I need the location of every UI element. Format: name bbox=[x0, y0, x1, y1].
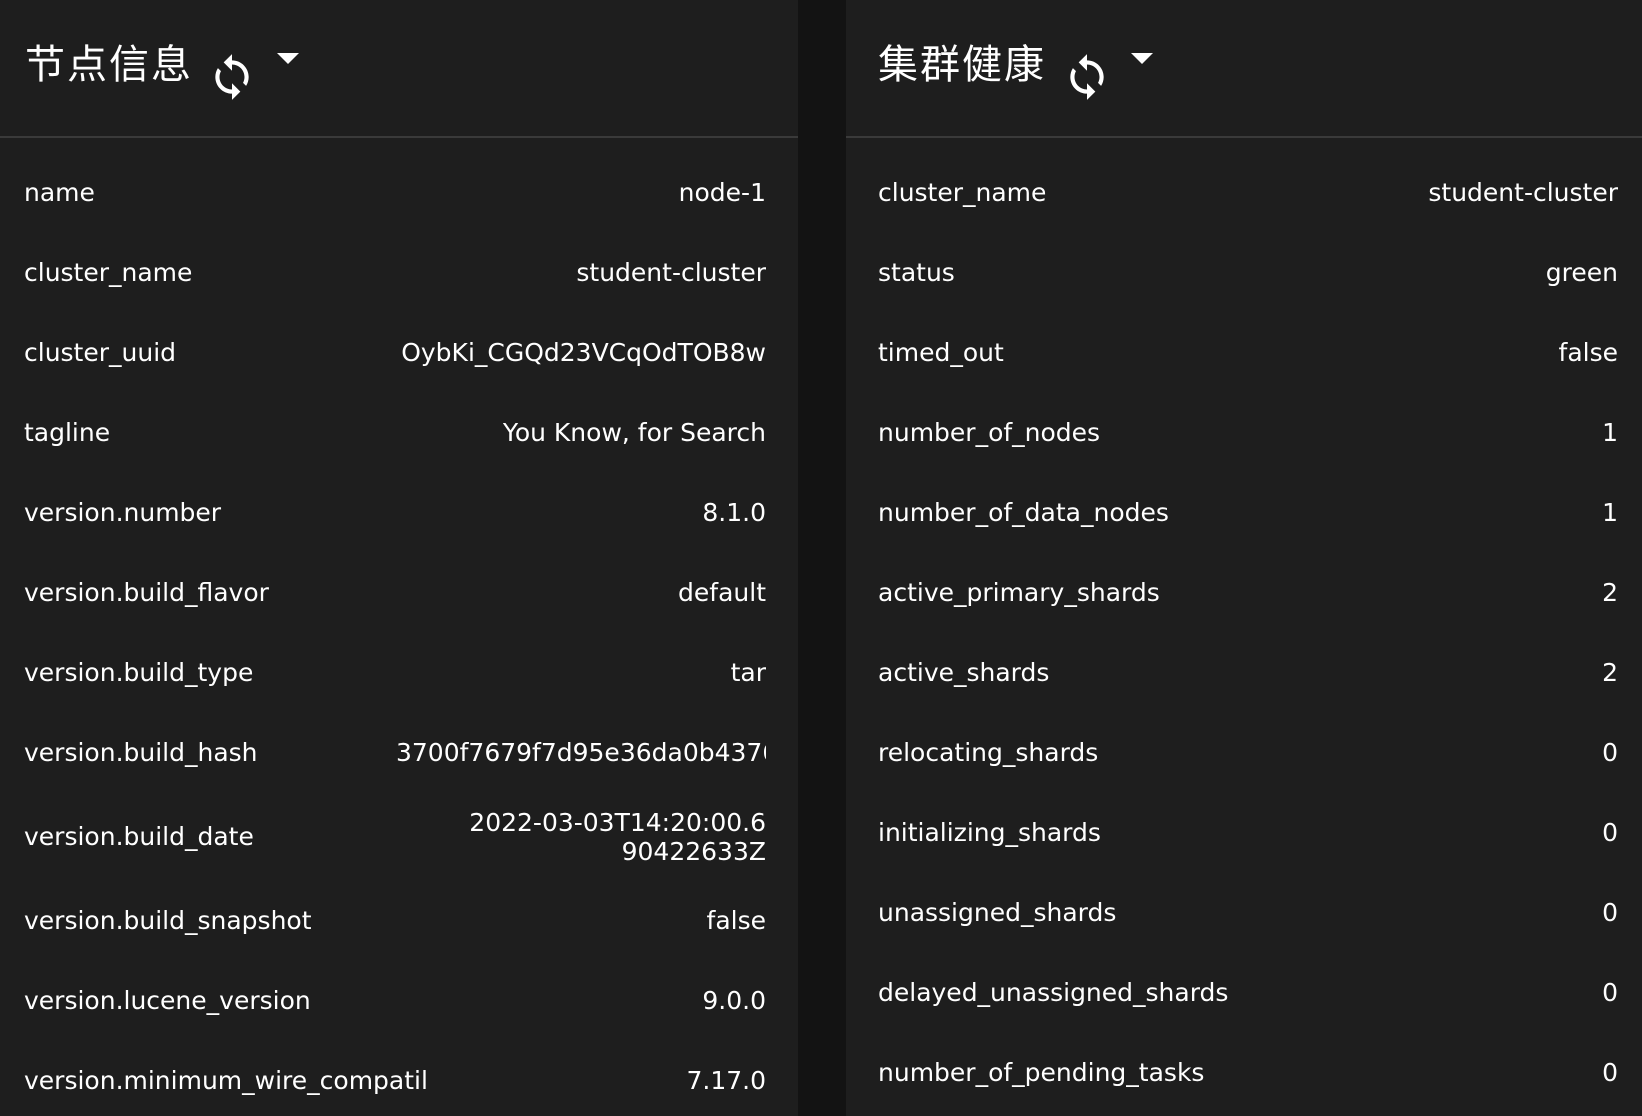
row-key: tagline bbox=[24, 418, 111, 447]
node-info-menu-button[interactable] bbox=[270, 44, 304, 74]
cluster-health-row: unassigned_shards 0 bbox=[846, 878, 1642, 958]
row-value: 2 bbox=[1602, 578, 1618, 607]
row-key: version.lucene_version bbox=[24, 986, 311, 1015]
caret-down-icon bbox=[1131, 53, 1153, 64]
node-info-list: name node-1 cluster_name student-cluster… bbox=[0, 158, 798, 1116]
row-value: 1 bbox=[1602, 498, 1618, 527]
row-key: version.build_hash bbox=[24, 738, 258, 767]
node-info-row: tagline You Know, for Search bbox=[0, 398, 798, 478]
node-info-row: version.build_snapshot false bbox=[0, 886, 798, 966]
row-value: 7.17.0 bbox=[686, 1066, 766, 1095]
row-value: 8.1.0 bbox=[702, 498, 766, 527]
row-value: 2022-03-03T14:20:00.690422633Z bbox=[469, 808, 766, 866]
caret-down-icon bbox=[277, 53, 299, 64]
row-value: tar bbox=[730, 658, 766, 687]
app-root: 节点信息 name node-1 cluster_name student-cl… bbox=[0, 0, 1642, 1116]
node-info-row: cluster_uuid OybKi_CGQd23VCqOdTOB8w bbox=[0, 318, 798, 398]
node-info-row: version.number 8.1.0 bbox=[0, 478, 798, 558]
row-key: timed_out bbox=[878, 338, 1004, 367]
row-value: 0 bbox=[1602, 978, 1618, 1007]
cluster-health-row: relocating_shards 0 bbox=[846, 718, 1642, 798]
row-value: green bbox=[1545, 258, 1618, 287]
node-info-title: 节点信息 bbox=[25, 42, 193, 88]
node-info-row: name node-1 bbox=[0, 158, 798, 238]
node-info-row: version.build_type tar bbox=[0, 638, 798, 718]
row-key: relocating_shards bbox=[878, 738, 1099, 767]
node-info-row: version.build_hash 3700f7679f7d95e36da0b… bbox=[0, 718, 798, 798]
cluster-health-row: initializing_shards 0 bbox=[846, 798, 1642, 878]
node-info-row: version.lucene_version 9.0.0 bbox=[0, 966, 798, 1046]
row-key: cluster_name bbox=[878, 178, 1047, 207]
row-key: active_primary_shards bbox=[878, 578, 1160, 607]
row-value: false bbox=[706, 906, 766, 935]
cluster-health-row: number_of_pending_tasks 0 bbox=[846, 1038, 1642, 1116]
row-value: node-1 bbox=[678, 178, 766, 207]
cluster-health-menu-button[interactable] bbox=[1124, 44, 1158, 74]
row-key: number_of_pending_tasks bbox=[878, 1058, 1205, 1087]
refresh-icon bbox=[215, 54, 249, 100]
cluster-health-row: status green bbox=[846, 238, 1642, 318]
node-info-row: version.build_flavor default bbox=[0, 558, 798, 638]
row-key: initializing_shards bbox=[878, 818, 1101, 847]
row-key: name bbox=[24, 178, 95, 207]
row-key: version.build_type bbox=[24, 658, 254, 687]
cluster-health-row: delayed_unassigned_shards 0 bbox=[846, 958, 1642, 1038]
row-key: version.build_date bbox=[24, 822, 254, 851]
row-key: status bbox=[878, 258, 955, 287]
row-key: number_of_data_nodes bbox=[878, 498, 1169, 527]
node-info-row: version.minimum_wire_compatil 7.17.0 bbox=[0, 1046, 798, 1116]
row-value: 3700f7679f7d95e36da0b43762 bbox=[396, 738, 766, 767]
row-value: 0 bbox=[1602, 818, 1618, 847]
row-key: number_of_nodes bbox=[878, 418, 1101, 447]
row-key: version.minimum_wire_compatil bbox=[24, 1066, 428, 1095]
cluster-health-refresh-button[interactable] bbox=[1062, 52, 1112, 102]
cluster-health-row: active_primary_shards 2 bbox=[846, 558, 1642, 638]
node-info-header: 节点信息 bbox=[0, 0, 798, 138]
cluster-health-row: number_of_nodes 1 bbox=[846, 398, 1642, 478]
cluster-health-title: 集群健康 bbox=[878, 42, 1046, 88]
refresh-icon bbox=[1070, 54, 1104, 100]
row-value: false bbox=[1558, 338, 1618, 367]
row-value: 0 bbox=[1602, 738, 1618, 767]
row-key: version.build_flavor bbox=[24, 578, 269, 607]
row-value: student-cluster bbox=[576, 258, 766, 287]
row-key: delayed_unassigned_shards bbox=[878, 978, 1229, 1007]
cluster-health-panel: 集群健康 cluster_name student-cluster status… bbox=[846, 0, 1642, 1116]
row-value: student-cluster bbox=[1428, 178, 1618, 207]
cluster-health-row: cluster_name student-cluster bbox=[846, 158, 1642, 238]
cluster-health-list: cluster_name student-cluster status gree… bbox=[846, 158, 1642, 1116]
row-key: version.number bbox=[24, 498, 222, 527]
row-value: 0 bbox=[1602, 898, 1618, 927]
row-key: cluster_name bbox=[24, 258, 193, 287]
node-info-row: version.build_date 2022-03-03T14:20:00.6… bbox=[0, 798, 798, 886]
cluster-health-row: number_of_data_nodes 1 bbox=[846, 478, 1642, 558]
node-info-refresh-button[interactable] bbox=[207, 52, 257, 102]
cluster-health-header: 集群健康 bbox=[846, 0, 1642, 138]
row-value: 2 bbox=[1602, 658, 1618, 687]
row-value: default bbox=[678, 578, 766, 607]
cluster-health-row: active_shards 2 bbox=[846, 638, 1642, 718]
node-info-row: cluster_name student-cluster bbox=[0, 238, 798, 318]
row-value: OybKi_CGQd23VCqOdTOB8w bbox=[401, 338, 766, 367]
node-info-panel: 节点信息 name node-1 cluster_name student-cl… bbox=[0, 0, 798, 1116]
cluster-health-row: timed_out false bbox=[846, 318, 1642, 398]
row-value: You Know, for Search bbox=[502, 418, 766, 447]
row-key: active_shards bbox=[878, 658, 1050, 687]
row-key: version.build_snapshot bbox=[24, 906, 312, 935]
row-value: 1 bbox=[1602, 418, 1618, 447]
row-value: 9.0.0 bbox=[702, 986, 766, 1015]
row-key: unassigned_shards bbox=[878, 898, 1117, 927]
row-key: cluster_uuid bbox=[24, 338, 177, 367]
row-value: 0 bbox=[1602, 1058, 1618, 1087]
